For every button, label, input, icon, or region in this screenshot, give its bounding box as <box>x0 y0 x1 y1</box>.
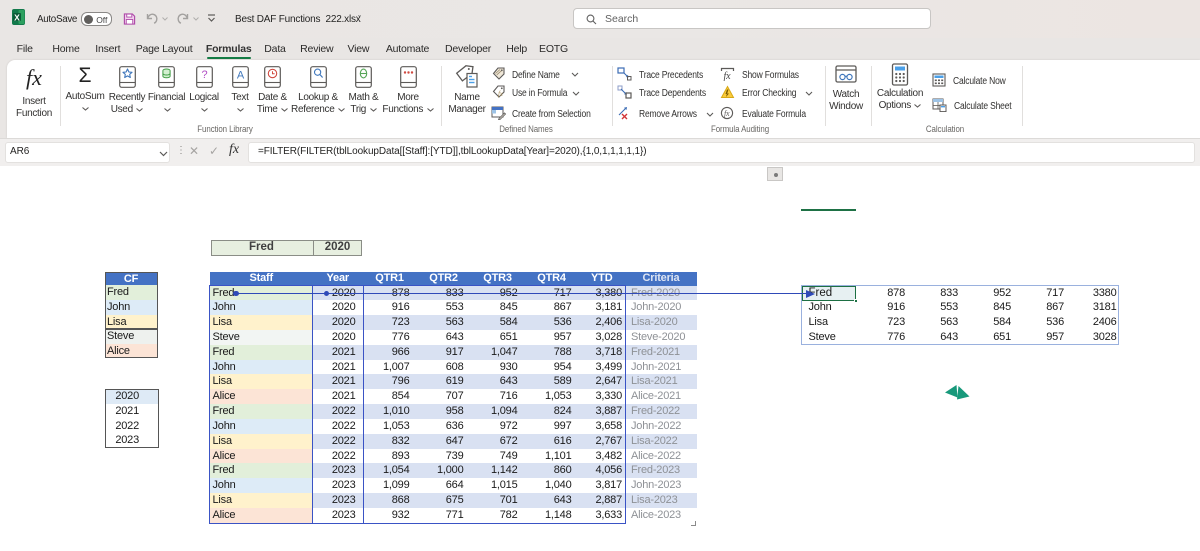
svg-text:A: A <box>236 70 244 82</box>
svg-text:?: ? <box>201 69 207 81</box>
svg-text:fx: fx <box>724 109 730 118</box>
svg-text:fx: fx <box>724 71 732 81</box>
svg-text:fx: fx <box>498 90 504 98</box>
svg-text:X: X <box>14 12 20 22</box>
